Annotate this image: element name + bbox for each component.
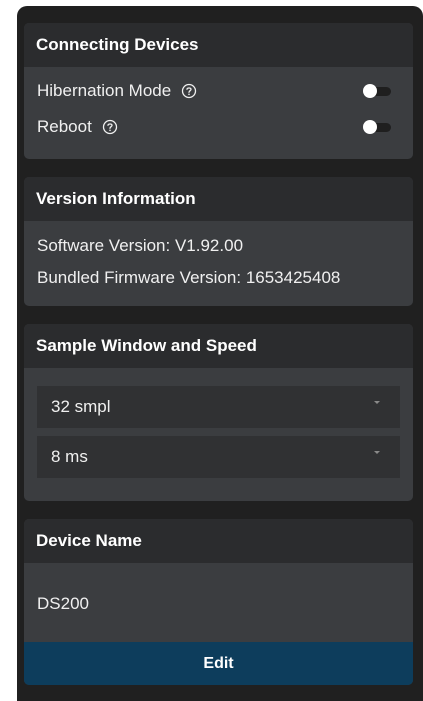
toggle-knob [363,120,377,134]
device-name-title: Device Name [24,519,413,563]
sample-window-value: 32 smpl [51,397,111,416]
sample-window-select[interactable]: 32 smpl [37,386,400,428]
device-name-card: Device Name DS200 Edit [24,519,413,685]
help-icon[interactable] [102,119,118,135]
device-name-value: DS200 [37,594,89,613]
reboot-row: Reboot [24,109,413,145]
speed-value: 8 ms [51,447,88,466]
speed-select[interactable]: 8 ms [37,436,400,478]
help-icon[interactable] [181,83,197,99]
sample-window-title: Sample Window and Speed [24,324,413,368]
hibernation-mode-toggle[interactable] [363,84,391,98]
version-information-title: Version Information [24,177,413,221]
hibernation-mode-label: Hibernation Mode [37,81,172,100]
firmware-version-text: Bundled Firmware Version: 1653425408 [37,268,341,287]
connecting-devices-card: Connecting Devices Hibernation Mode Rebo… [24,23,413,159]
reboot-toggle[interactable] [363,120,391,134]
connecting-devices-title: Connecting Devices [24,23,413,67]
version-information-card: Version Information Software Version: V1… [24,177,413,306]
software-version-text: Software Version: V1.92.00 [37,236,244,255]
hibernation-mode-row: Hibernation Mode [24,73,413,109]
reboot-label: Reboot [37,117,92,136]
chevron-down-icon [374,451,380,454]
sample-window-card: Sample Window and Speed 32 smpl 8 ms [24,324,413,501]
toggle-knob [363,84,377,98]
chevron-down-icon [374,401,380,404]
edit-button[interactable]: Edit [24,642,413,685]
settings-panel: Connecting Devices Hibernation Mode Rebo… [17,6,423,701]
